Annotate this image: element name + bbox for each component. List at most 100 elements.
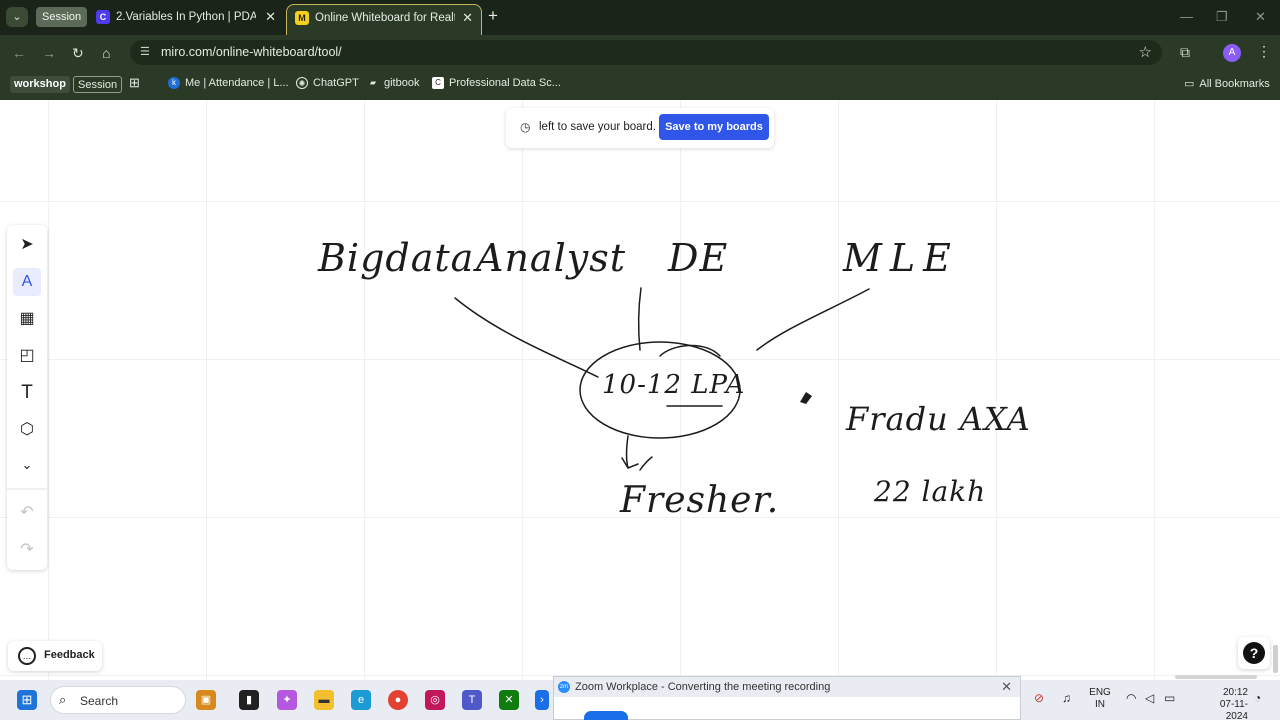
new-tab-icon[interactable]: + <box>488 6 498 26</box>
zoom-notification-popup[interactable]: zm Zoom Workplace - Converting the meeti… <box>553 676 1021 720</box>
shapes-icon[interactable]: ⬡ <box>13 416 41 444</box>
label-analyst: Analyst <box>476 236 626 280</box>
site-info-icon[interactable]: ☰ <box>140 45 150 58</box>
toolbar-divider <box>7 488 47 490</box>
bookmark-professional-data[interactable]: C Professional Data Sc... <box>432 77 561 90</box>
feedback-button[interactable]: … Feedback <box>8 641 102 671</box>
ellipse-overlap-stroke <box>659 344 721 357</box>
taskbar-search-box[interactable]: ⌕ Search <box>50 686 186 714</box>
tab-variables-python[interactable]: C 2.Variables In Python | PDA Assi ✕ <box>88 4 284 35</box>
chatgpt-icon: ✺ <box>296 77 308 90</box>
system-clock[interactable]: 20:12 07-11-2024 <box>1198 687 1248 720</box>
tab-group-session[interactable]: Session <box>36 7 88 27</box>
lang-code: ENG <box>1089 687 1111 698</box>
minimize-icon[interactable]: — <box>1180 9 1193 24</box>
wifi-icon[interactable]: ◠ <box>1126 691 1136 705</box>
browser-menu-icon[interactable]: ⋮ <box>1257 43 1271 60</box>
bookmark-star-icon[interactable]: ☆ <box>1139 43 1152 61</box>
clock-time: 20:12 <box>1222 687 1248 698</box>
tab-search-icon[interactable]: ⌄ <box>6 7 28 27</box>
file-explorer-icon[interactable]: ▬ <box>314 690 334 710</box>
close-window-icon[interactable]: ✕ <box>1255 9 1266 25</box>
teams-icon[interactable]: T <box>462 690 482 710</box>
help-button[interactable]: ? <box>1238 637 1270 669</box>
vscode-icon[interactable]: › <box>535 690 549 710</box>
clock-icon: ◷ <box>520 120 531 134</box>
network-alert-icon[interactable]: ⊘ <box>1034 691 1044 705</box>
bookmark-session[interactable]: Session <box>73 76 123 93</box>
bookmark-gitbook[interactable]: ▰ gitbook <box>367 77 420 90</box>
redo-icon[interactable]: ↷ <box>13 536 41 564</box>
profile-avatar[interactable]: A <box>1223 44 1241 62</box>
zoom-notification-text: Zoom Workplace - Converting the meeting … <box>575 681 831 693</box>
select-cursor-icon[interactable]: ➤ <box>13 231 41 259</box>
zoom-popup-header: zm Zoom Workplace - Converting the meeti… <box>554 677 1020 697</box>
search-icon: ⌕ <box>59 692 67 707</box>
bookmarks-bar: workshop Session ⊞ k Me | Attendance | L.… <box>0 70 1280 100</box>
close-icon[interactable]: ✕ <box>1001 679 1012 695</box>
home-icon[interactable]: ⌂ <box>102 45 110 61</box>
text-tool-icon[interactable]: T <box>13 379 41 407</box>
microphone-icon[interactable]: ♫ <box>1062 691 1071 705</box>
horizontal-scrollbar[interactable] <box>1175 675 1257 679</box>
all-bookmarks[interactable]: ▭ All Bookmarks <box>1184 77 1270 90</box>
miro-favicon-icon: M <box>295 11 309 25</box>
bookmark-label: gitbook <box>384 77 420 89</box>
forward-icon[interactable]: → <box>42 45 56 61</box>
battery-icon[interactable]: ▭ <box>1164 691 1175 705</box>
instagram-icon[interactable]: ◎ <box>425 690 445 710</box>
reload-icon[interactable]: ↻ <box>72 45 84 62</box>
close-tab-icon[interactable]: ✕ <box>462 5 473 31</box>
url-input[interactable]: ☰ miro.com/online-whiteboard/tool/ ☆ <box>130 40 1162 65</box>
label-de: DE <box>668 236 729 280</box>
notification-bell-icon[interactable]: ◔ <box>1254 691 1261 705</box>
label-company: Fradu AXA <box>846 400 1031 438</box>
tab-title: Online Whiteboard for Realtime <box>315 12 455 24</box>
bookmark-chatgpt[interactable]: ✺ ChatGPT <box>296 77 359 90</box>
feedback-label: Feedback <box>44 649 95 661</box>
pen-tool-icon[interactable]: A <box>13 268 41 296</box>
region-code: IN <box>1095 699 1105 710</box>
k-site-icon: k <box>168 77 180 90</box>
bookmark-label: Professional Data Sc... <box>449 77 561 89</box>
extensions-icon[interactable]: ⧉ <box>1180 44 1190 61</box>
bookmark-label: ChatGPT <box>313 77 359 89</box>
language-indicator[interactable]: ENG IN <box>1086 687 1114 711</box>
arrow-down-line <box>625 435 629 469</box>
clock-date: 07-11-2024 <box>1219 699 1248 720</box>
pen-cursor-icon <box>800 392 812 404</box>
canva-favicon-icon: C <box>96 10 110 24</box>
bookmark-workshop[interactable]: workshop <box>10 76 70 93</box>
save-to-boards-button[interactable]: Save to my boards <box>659 114 769 140</box>
undo-icon[interactable]: ↶ <box>13 499 41 527</box>
vertical-scrollbar[interactable] <box>1273 645 1278 673</box>
template-icon[interactable]: ▦ <box>13 305 41 333</box>
task-view-icon[interactable]: ▮ <box>239 690 259 710</box>
label-mle: MLE <box>843 236 959 280</box>
work-briefcase-icon[interactable]: ▣ <box>196 690 216 710</box>
bookmark-attendance[interactable]: k Me | Attendance | L... <box>168 77 289 90</box>
xbox-icon[interactable]: ✕ <box>499 690 519 710</box>
url-text: miro.com/online-whiteboard/tool/ <box>161 45 342 59</box>
connector-mle-line <box>756 288 870 351</box>
label-bigdata: Bigdata <box>318 236 475 280</box>
copilot-icon[interactable]: ✦ <box>277 690 297 710</box>
edge-browser-icon[interactable]: e <box>351 690 371 710</box>
windows-start-icon[interactable]: ⊞ <box>17 690 37 710</box>
feedback-chat-icon: … <box>18 647 36 665</box>
arrow-head-icon <box>621 457 639 469</box>
maximize-icon[interactable]: ❐ <box>1216 9 1228 25</box>
chrome-icon[interactable]: ● <box>388 690 408 710</box>
tab-miro-whiteboard[interactable]: M Online Whiteboard for Realtime ✕ <box>286 4 482 35</box>
apps-grid-icon[interactable]: ⊞ <box>129 75 140 91</box>
browser-address-bar: ← → ↻ ⌂ ☰ miro.com/online-whiteboard/too… <box>0 35 1280 70</box>
close-tab-icon[interactable]: ✕ <box>265 4 276 30</box>
sticky-note-icon[interactable]: ◰ <box>13 342 41 370</box>
miro-board-canvas[interactable]: Bigdata Analyst DE MLE 10-12 LPA Fresher… <box>0 100 1280 680</box>
back-icon[interactable]: ← <box>12 45 26 61</box>
all-bookmarks-label: All Bookmarks <box>1199 78 1270 90</box>
volume-icon[interactable]: ◁ <box>1145 691 1154 705</box>
search-label: Search <box>80 694 119 708</box>
more-tools-chevron-icon[interactable]: ⌄ <box>13 451 41 479</box>
label-package: 22 lakh <box>874 475 987 508</box>
